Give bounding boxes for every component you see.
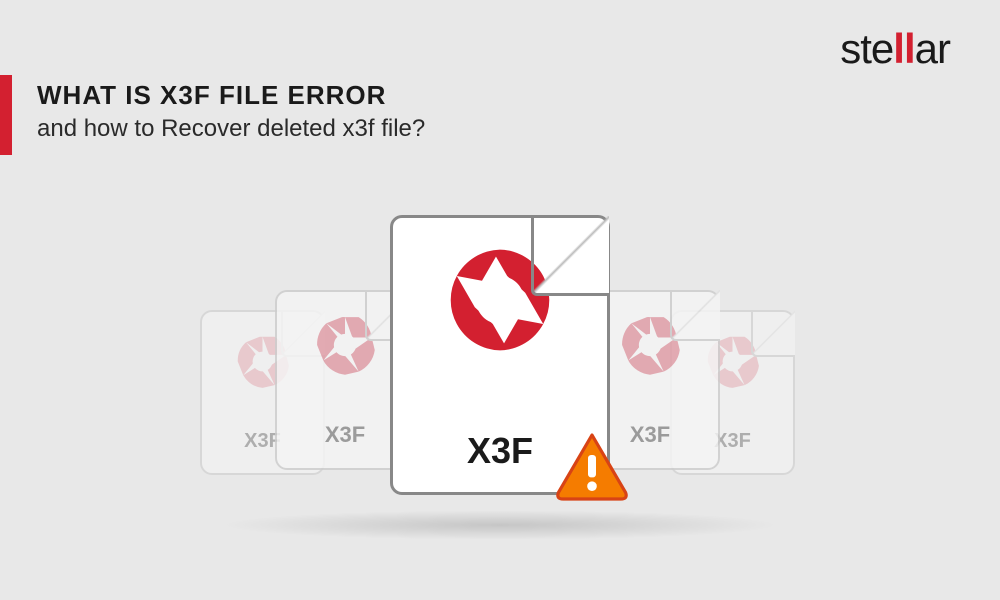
aperture-icon: [619, 314, 681, 376]
heading-block: WHAT IS X3F FILE ERROR and how to Recove…: [0, 75, 425, 155]
logo-text-accent: ll: [893, 25, 914, 72]
file-label-main: X3F: [467, 430, 533, 472]
heading-text: WHAT IS X3F FILE ERROR and how to Recove…: [37, 75, 425, 143]
shadow: [220, 510, 780, 540]
file-label: X3F: [630, 422, 670, 448]
illustration: X3F X3F X3F: [180, 200, 820, 560]
page-subtitle: and how to Recover deleted x3f file?: [37, 115, 425, 143]
page-title: WHAT IS X3F FILE ERROR: [37, 80, 425, 111]
logo-text-1: ste: [840, 25, 893, 72]
aperture-icon: [440, 240, 560, 360]
aperture-icon: [314, 314, 376, 376]
warning-icon: [552, 427, 632, 507]
brand-logo: stellar: [840, 25, 950, 73]
file-card-main: X3F: [390, 215, 610, 495]
logo-text-3: ar: [915, 25, 950, 72]
file-label: X3F: [325, 422, 365, 448]
accent-bar: [0, 75, 12, 155]
